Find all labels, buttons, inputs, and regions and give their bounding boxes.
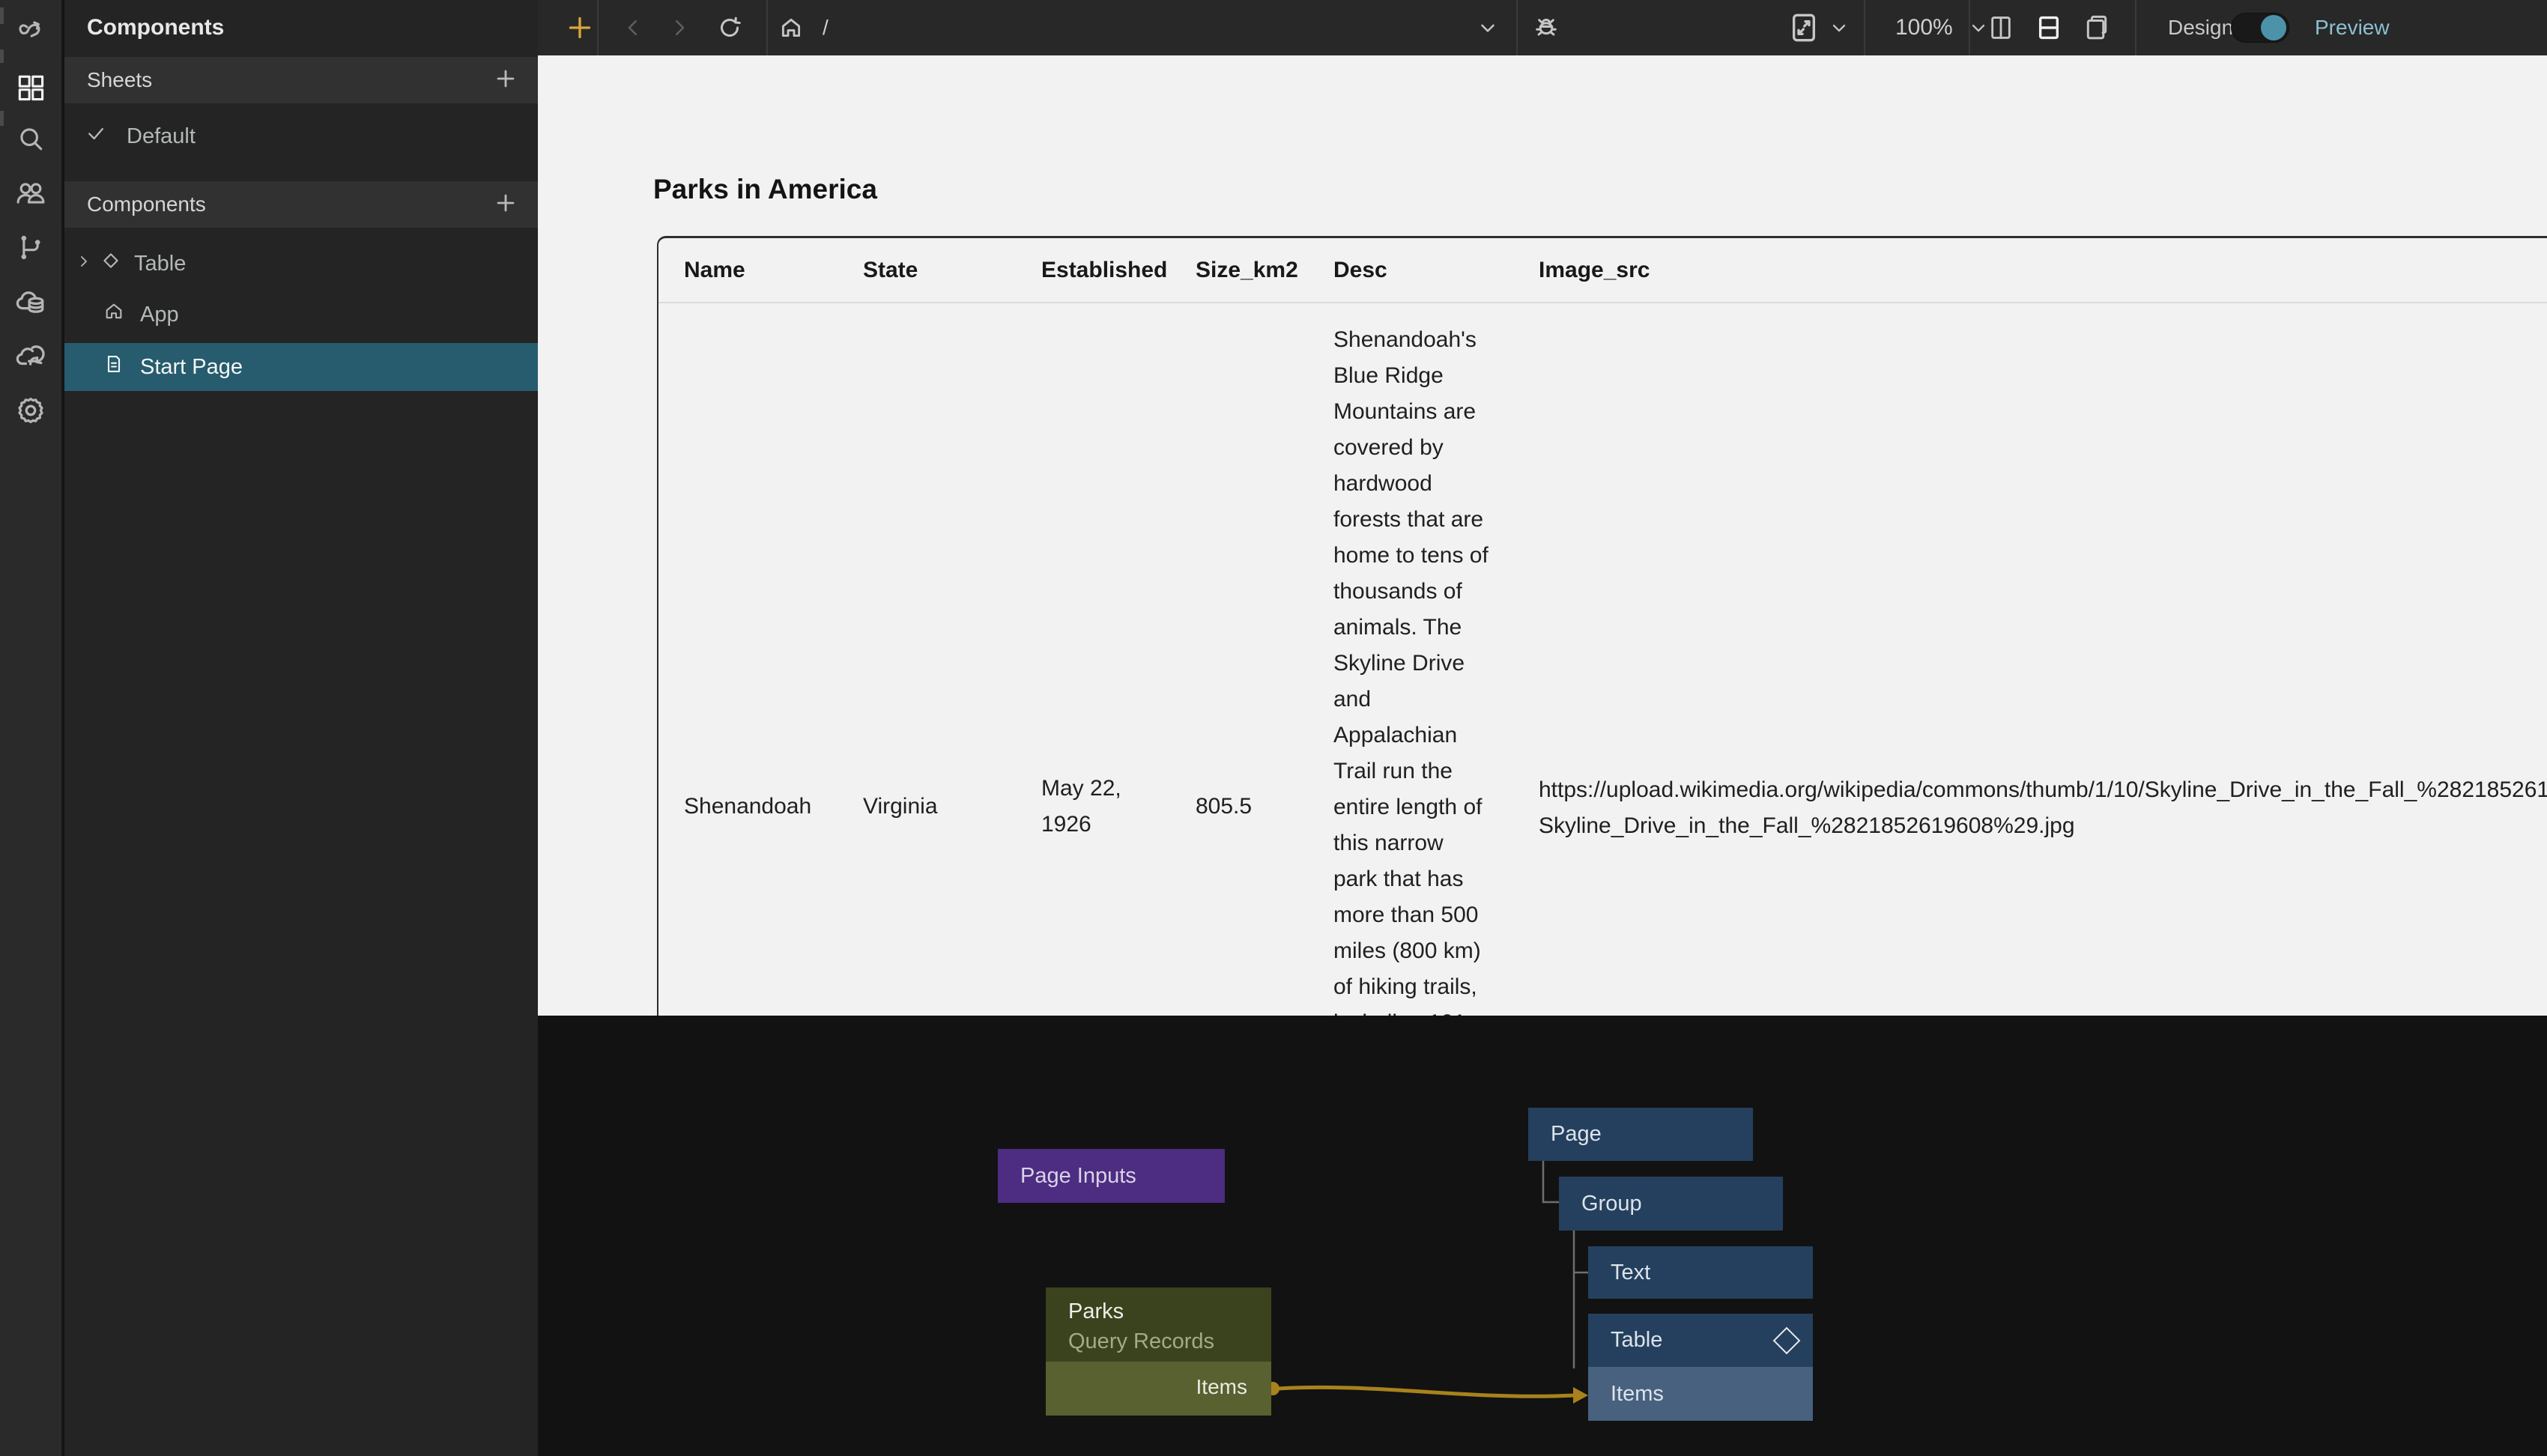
viewport-size-icon[interactable] [1783,0,1825,55]
rail-scroll-mark [0,49,4,63]
toolbar-divider [1516,0,1518,55]
node-group[interactable]: Group [1559,1177,1783,1231]
node-subtitle: Query Records [1068,1329,1214,1354]
flow-edges [538,1016,2547,1456]
preview-mode-label: Preview [2315,0,2390,55]
diamond-icon [100,250,121,277]
design-mode-label: Design [2168,0,2233,55]
sidebar-item-default[interactable]: Default [64,112,538,160]
page-title: Parks in America [653,174,877,205]
branch-icon[interactable] [13,230,48,264]
cloud-database-icon[interactable] [13,285,48,319]
rail-scroll-mark [0,7,4,24]
sidebar-item-label: Table [134,252,186,276]
home-icon [103,301,124,328]
debug-bug-icon[interactable] [1524,0,1569,55]
app-canvas: Parks in America Name State Established … [538,55,2547,1016]
table-header-divider [658,302,2547,303]
route-path[interactable]: / [823,0,829,55]
node-title: Parks [1068,1299,1124,1324]
stacked-windows-layout-icon[interactable] [2078,0,2116,55]
rail-scroll-mark [0,111,4,126]
column-header-image-src[interactable]: Image_src [1539,258,1650,283]
refresh-icon[interactable] [709,0,751,55]
sidebar-item-label: Start Page [140,355,243,380]
chevron-right-icon[interactable] [75,252,93,276]
column-header-size-km2[interactable]: Size_km2 [1196,258,1298,283]
sidebar-item-start-page[interactable]: Start Page [64,343,538,391]
column-header-established[interactable]: Established [1041,258,1167,283]
viewport-dropdown-chevron-icon[interactable] [1820,0,1858,55]
toolbar: / 100% Design Prev [538,0,2547,55]
node-label: Page [1551,1122,1753,1147]
users-icon[interactable] [13,176,48,210]
sidebar-title: Components [87,0,224,55]
home-route-icon[interactable] [770,0,812,55]
toolbar-divider [1969,0,1970,55]
node-label: Group [1581,1192,1783,1216]
node-label: Text [1611,1261,1813,1285]
split-rows-layout-icon[interactable] [2030,0,2068,55]
design-preview-toggle[interactable] [2231,13,2289,43]
column-header-name[interactable]: Name [684,258,745,283]
add-sheet-button[interactable] [493,66,518,95]
zoom-level[interactable]: 100% [1895,0,1953,55]
sidebar-item-app[interactable]: App [64,291,538,339]
search-icon[interactable] [13,122,48,157]
add-component-plus-button[interactable] [551,0,608,55]
node-table[interactable]: Table [1588,1314,1813,1367]
node-page-inputs[interactable]: Page Inputs [998,1149,1225,1203]
sidebar-item-table[interactable]: Table [64,240,538,288]
cell-size-km2: 805.5 [1196,789,1252,825]
toolbar-divider [766,0,768,55]
cell-image-src-line2: Skyline_Drive_in_the_Fall_%2821852619608… [1539,808,2075,844]
node-page[interactable]: Page [1528,1108,1753,1161]
cell-desc: Shenandoah's Blue Ridge Mountains are co… [1333,322,1492,1016]
add-component-button[interactable] [493,190,518,219]
toolbar-divider [1864,0,1865,55]
items-connection-edge[interactable] [1278,1387,1575,1396]
check-icon [85,123,106,150]
page-icon [103,354,124,380]
toolbar-divider [597,0,599,55]
data-flow-panel: Page Inputs Parks Query Records Items Pa… [538,1016,2547,1456]
nav-forward-button[interactable] [661,0,698,55]
cloud-functions-icon[interactable] [13,339,48,373]
flow-logo-icon[interactable] [13,15,48,49]
output-port-label[interactable]: Items [1196,1375,1247,1399]
column-header-state[interactable]: State [863,258,918,283]
sheets-section-header: Sheets [64,57,538,103]
icon-rail [0,0,63,1456]
node-label: Page Inputs [1020,1164,1225,1189]
components-grid-icon[interactable] [13,70,48,105]
components-section-header: Components [64,181,538,228]
toggle-knob [2261,15,2286,40]
toolbar-divider [2135,0,2136,55]
cell-name: Shenandoah [684,789,811,825]
route-dropdown-chevron-icon[interactable] [1467,0,1509,55]
node-table-items-input[interactable]: Items [1588,1367,1813,1421]
column-header-desc[interactable]: Desc [1333,258,1387,283]
node-parks-query[interactable]: Parks Query Records Items [1046,1287,1271,1416]
sidebar-item-label: App [140,303,179,327]
cell-image-src-line1: https://upload.wikimedia.org/wikipedia/c… [1539,772,2547,808]
node-text[interactable]: Text [1588,1246,1813,1299]
cell-established-line2: 1926 [1041,807,1091,843]
parks-table[interactable]: Name State Established Size_km2 Desc Ima… [657,236,2547,1016]
nav-back-button[interactable] [614,0,652,55]
components-section-label: Components [87,192,206,216]
split-columns-layout-icon[interactable] [1982,0,2020,55]
sidebar-item-label: Default [127,124,196,149]
settings-gear-icon[interactable] [13,393,48,428]
components-sidebar: Components Sheets Default Components Tab… [64,0,538,1456]
cell-state: Virginia [863,789,938,825]
edge-arrowhead [1573,1387,1588,1404]
cell-established-line1: May 22, [1041,771,1121,807]
input-port-label: Items [1611,1382,1813,1407]
sheets-section-label: Sheets [87,68,152,92]
